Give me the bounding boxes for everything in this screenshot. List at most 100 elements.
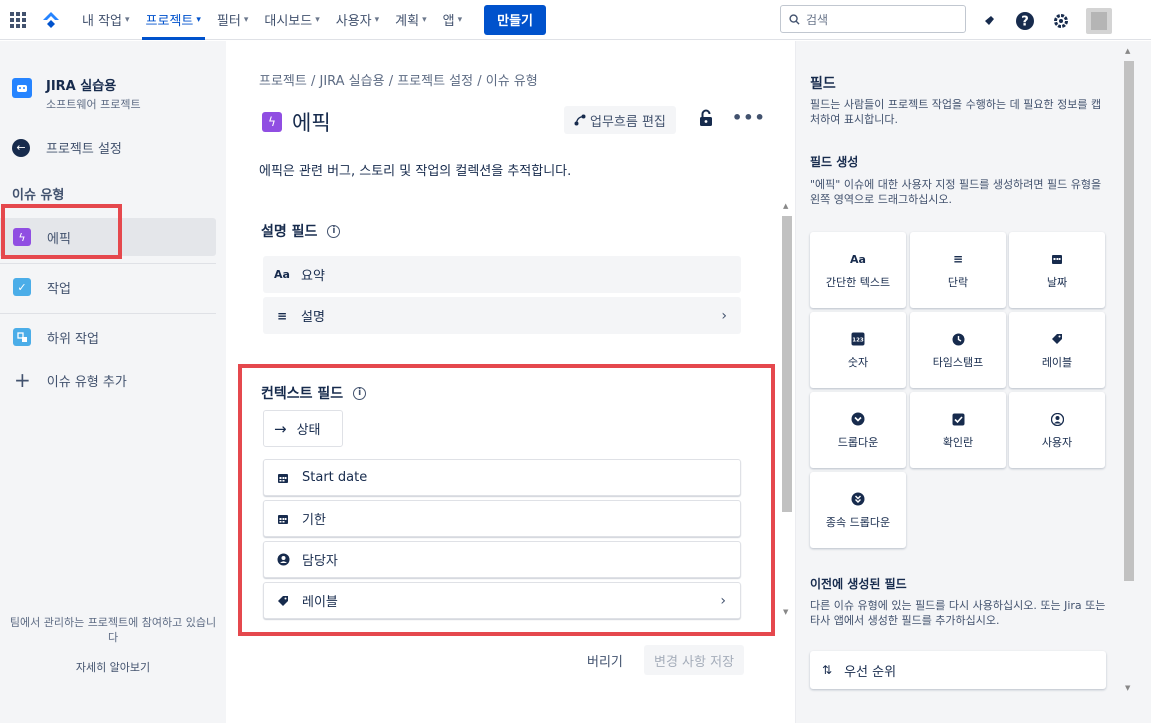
scroll-up-icon[interactable]: ▲ [1125,47,1130,55]
field-type-user[interactable]: 사용자 [1009,392,1105,468]
scroll-up-icon[interactable]: ▲ [783,202,788,210]
scrollbar-thumb[interactable] [1124,61,1134,581]
search-input[interactable]: 검색 [780,5,966,33]
top-icons: ? [978,8,1112,34]
jira-logo-icon[interactable] [42,11,60,29]
field-type-labels[interactable]: 레이블 [1009,312,1105,388]
tile-label: 날짜 [1046,276,1068,289]
nav-filters[interactable]: 필터 ▾ [209,0,256,40]
page-title-row: ϟ 에픽 [262,107,331,137]
help-icon[interactable]: ? [1014,10,1036,32]
back-to-project-settings[interactable]: ← 프로젝트 설정 [12,138,122,157]
nav-label: 프로젝트 [145,14,194,29]
field-description[interactable]: ≡ 설명 › [263,297,741,334]
discard-button[interactable]: 버리기 [587,651,623,670]
info-icon[interactable]: i [327,224,341,238]
main-content: 프로젝트 / JIRA 실습용 / 프로젝트 설정 / 이슈 유형 ϟ 에픽 업… [226,41,791,723]
sidebar-footer-text: 팀에서 관리하는 프로젝트에 참여하고 있습니다 [9,616,217,644]
create-field-text: "에픽" 이슈에 대한 사용자 지정 필드를 생성하려면 필드 유형을 왼쪽 영… [810,178,1102,206]
field-summary[interactable]: Aa 요약 [263,256,741,293]
field-type-cascading-dropdown[interactable]: 종속 드롭다운 [810,472,906,548]
nav-dashboards[interactable]: 대시보드 ▾ [256,0,327,40]
project-type: 소프트웨어 프로젝트 [46,98,141,111]
search-icon [789,13,800,25]
text-icon: Aa [274,268,290,281]
user-avatar[interactable] [1086,8,1112,34]
scrollbar-thumb[interactable] [782,216,792,512]
field-type-checkbox[interactable]: 확인란 [910,392,1006,468]
field-type-timestamp[interactable]: 타임스탬프 [910,312,1006,388]
nav-people[interactable]: 사용자 ▾ [328,0,387,40]
previous-fields-text: 다른 이슈 유형에 있는 필드를 다시 사용하십시오. 또는 Jira 또는 타… [810,599,1106,627]
add-issue-type-label: 이슈 유형 추가 [46,374,127,390]
tile-label: 간단한 텍스트 [825,276,891,289]
field-type-number[interactable]: 123 숫자 [810,312,906,388]
create-field-heading: 필드 생성 [810,155,859,169]
chevron-down-icon: ▾ [315,14,320,25]
user-icon [1050,410,1064,428]
chevron-down-icon: ▾ [196,14,201,25]
divider [0,263,216,264]
sidebar-item-subtask[interactable]: 하위 작업 [0,318,216,356]
settings-gear-icon[interactable] [1050,10,1072,32]
more-options-icon[interactable]: ••• [732,108,766,127]
divider [0,313,216,314]
nav-plans[interactable]: 계획 ▾ [387,0,434,40]
top-navigation-bar: 내 작업 ▾ 프로젝트 ▾ 필터 ▾ 대시보드 ▾ 사용자 ▾ 계획 ▾ 앱 ▾ 만들기 검색… [0,0,1151,40]
highlight-box-epic [1,204,122,259]
learn-more-link[interactable]: 자세히 알아보기 [0,659,226,675]
clock-icon [952,330,965,348]
add-issue-type-button[interactable]: + 이슈 유형 추가 [0,361,216,399]
nav-label: 대시보드 [264,14,313,29]
notifications-icon[interactable] [978,10,1000,32]
tile-label: 단락 [947,276,969,289]
field-type-paragraph[interactable]: ≡ 단락 [910,232,1006,308]
scroll-down-icon[interactable]: ▼ [1125,684,1130,692]
app-switcher-icon[interactable] [10,11,26,28]
sidebar-item-label: 작업 [47,281,71,297]
nav-label: 계획 [395,14,420,29]
project-avatar-icon [12,78,32,98]
nav-projects[interactable]: 프로젝트 ▾ [138,0,209,40]
nav-label: 앱 [442,14,455,29]
field-type-date[interactable]: 날짜 [1009,232,1105,308]
tile-label: 드롭다운 [837,436,879,449]
subtask-icon [13,328,31,346]
priority-arrows-icon: ⇅ [822,663,833,677]
sidebar-item-task[interactable]: ✓ 작업 [0,268,216,306]
tile-label: 숫자 [847,356,869,369]
field-type-dropdown[interactable]: 드롭다운 [810,392,906,468]
field-type-short-text[interactable]: Aa 간단한 텍스트 [810,232,906,308]
nav-label: 필터 [216,14,241,29]
text-icon: Aa [850,252,866,266]
calendar-icon [1051,250,1063,268]
main-nav: 내 작업 ▾ 프로젝트 ▾ 필터 ▾ 대시보드 ▾ 사용자 ▾ 계획 ▾ 앱 ▾ 만들기 [74,0,547,40]
right-panel-scrollbar[interactable]: ▲ ▼ [1122,41,1136,723]
unlock-icon[interactable] [698,109,714,127]
epic-lightning-icon: ϟ [262,112,282,132]
project-header[interactable]: JIRA 실습용 소프트웨어 프로젝트 [12,75,141,112]
scroll-down-icon[interactable]: ▼ [783,608,788,616]
paragraph-icon: ≡ [952,252,964,266]
tag-icon [1051,330,1063,348]
number-icon: 123 [851,330,865,348]
previous-fields-heading: 이전에 생성된 필드 [810,577,907,591]
main-scrollbar[interactable]: ▲ ▼ [780,200,794,620]
breadcrumb[interactable]: 프로젝트 / JIRA 실습용 / 프로젝트 설정 / 이슈 유형 [259,70,538,89]
fields-panel-intro: 필드는 사람들이 프로젝트 작업을 수행하는 데 필요한 정보를 캡처하여 표시… [810,98,1102,126]
edit-workflow-button[interactable]: 업무흐름 편집 [564,106,676,134]
svg-text:123: 123 [852,338,864,344]
chevron-right-icon: › [721,307,727,324]
field-priority[interactable]: ⇅ 우선 순위 [810,651,1106,689]
nav-my-work[interactable]: 내 작업 ▾ [74,0,138,40]
field-label: 요약 [301,269,325,284]
save-changes-button[interactable]: 변경 사항 저장 [644,645,745,675]
fields-panel-title: 필드 [810,76,836,92]
checkbox-icon [952,410,965,428]
issue-types-heading: 이슈 유형 [12,188,65,203]
nav-label: 내 작업 [82,14,123,29]
create-button[interactable]: 만들기 [484,4,547,35]
chevron-down-icon: ▾ [457,14,463,25]
nav-apps[interactable]: 앱 ▾ [435,0,471,40]
chevron-down-icon: ▾ [374,14,380,25]
